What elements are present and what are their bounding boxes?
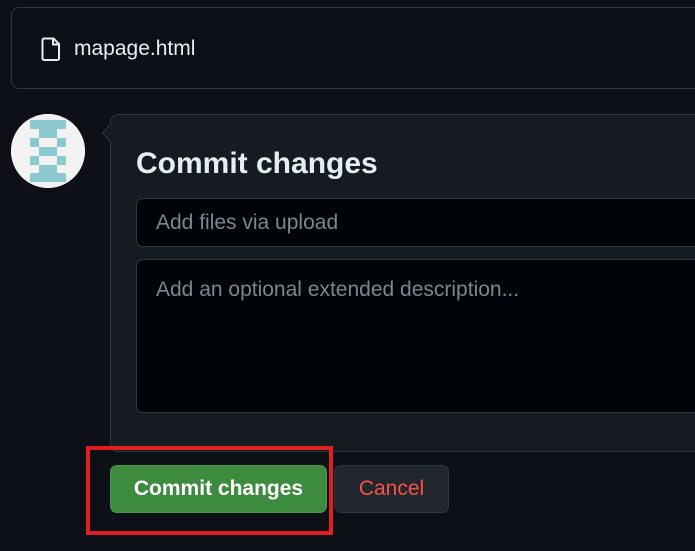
file-icon bbox=[39, 36, 63, 62]
identicon-avatar[interactable] bbox=[11, 114, 85, 188]
commit-heading: Commit changes bbox=[136, 147, 378, 180]
commit-summary-input[interactable] bbox=[136, 198, 695, 247]
cancel-button[interactable]: Cancel bbox=[334, 465, 449, 513]
file-path-box: mapage.html bbox=[11, 7, 695, 89]
commit-changes-button[interactable]: Commit changes bbox=[110, 465, 327, 513]
commit-description-textarea[interactable] bbox=[136, 259, 695, 413]
panel-pointer-arrow bbox=[101, 123, 112, 143]
file-name[interactable]: mapage.html bbox=[74, 35, 195, 63]
